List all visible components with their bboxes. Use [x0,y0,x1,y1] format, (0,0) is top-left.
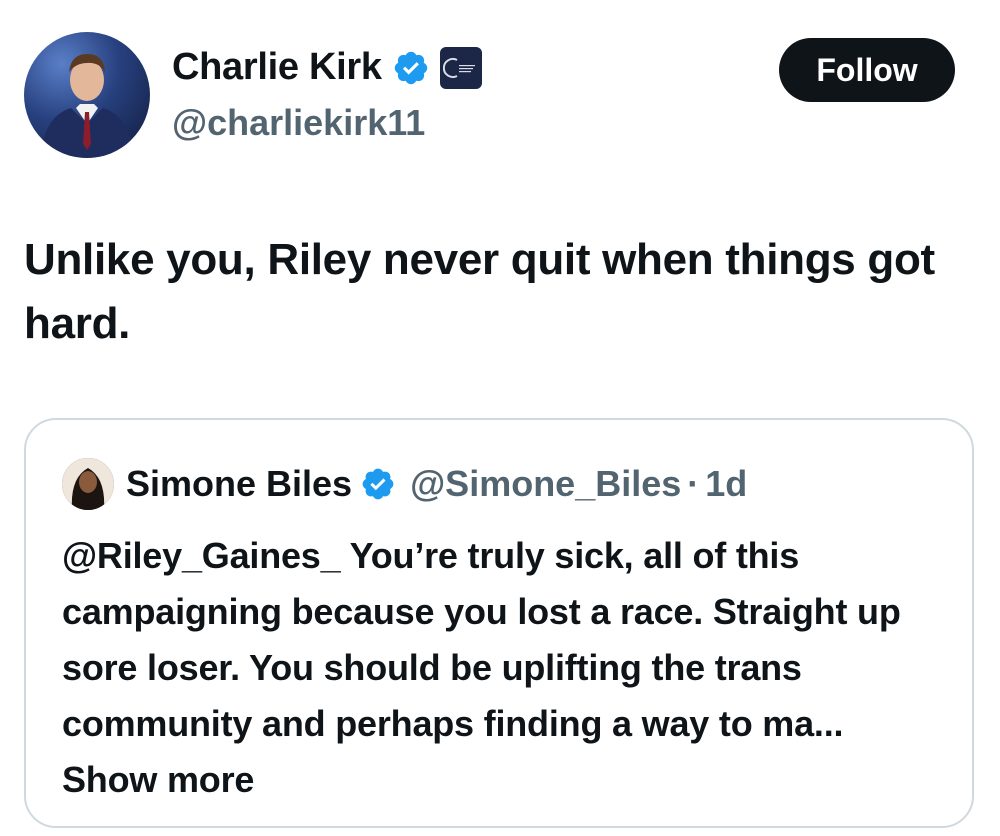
quoted-author-handle[interactable]: @Simone_Biles [410,463,681,505]
author-avatar[interactable] [24,32,150,158]
author-name[interactable]: Charlie Kirk [172,46,382,89]
separator-dot: · [687,463,700,504]
verified-badge-icon [394,51,427,84]
show-more-link[interactable]: Show more [62,759,254,800]
quoted-tweet-header: Simone Biles @Simone_Biles · 1d [62,458,747,510]
tweet-header: Charlie Kirk @charliekirk11 Follow [24,32,976,162]
quoted-tweet[interactable]: Simone Biles @Simone_Biles · 1d @Riley_G… [24,418,974,828]
quoted-tweet-text: @Riley_Gaines_ You’re truly sick, all of… [62,528,942,808]
follow-button[interactable]: Follow [779,38,955,102]
affiliate-badge-icon[interactable] [439,46,482,89]
quoted-timestamp[interactable]: 1d [705,463,747,505]
quoted-author-name[interactable]: Simone Biles [126,463,352,505]
author-handle[interactable]: @charliekirk11 [172,102,425,144]
author-name-row: Charlie Kirk [172,46,482,89]
quoted-author-avatar[interactable] [62,458,114,510]
tweet-text: Unlike you, Riley never quit when things… [24,235,935,348]
verified-badge-icon [362,468,394,500]
quoted-tweet-body: @Riley_Gaines_ You’re truly sick, all of… [62,535,901,744]
